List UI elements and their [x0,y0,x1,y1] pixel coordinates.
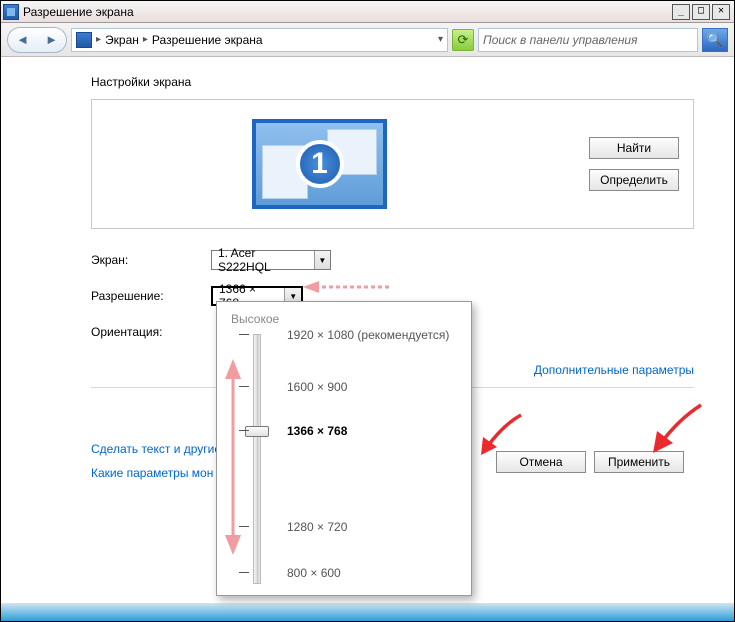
search-input[interactable]: Поиск в панели управления [478,28,698,52]
advanced-link[interactable]: Дополнительные параметры [534,363,694,377]
resolution-option[interactable]: 800 × 600 [287,566,341,580]
detect-button[interactable]: Определить [589,169,679,191]
slider-tick [239,430,249,431]
monitor-preview[interactable]: 1 [252,119,387,209]
screen-select[interactable]: 1. Acer S222HQL ▼ [211,250,331,270]
maximize-button[interactable]: □ [692,4,710,20]
cancel-button[interactable]: Отмена [496,451,586,473]
chevron-right-icon: ▸ [96,34,101,45]
title-bar: Разрешение экрана _ □ ✕ [1,1,734,23]
breadcrumb-resolution[interactable]: Разрешение экрана [152,33,263,47]
resolution-option[interactable]: 1280 × 720 [287,520,347,534]
slider-track[interactable] [253,334,261,584]
chevron-down-icon: ▼ [314,251,330,269]
resolution-option[interactable]: 1366 × 768 [287,424,347,438]
monitor-number-badge: 1 [296,140,344,188]
nav-back-forward[interactable]: ◄ ► [7,27,67,53]
monitor-icon [76,32,92,48]
slider-thumb[interactable] [245,426,269,437]
window-title: Разрешение экрана [23,5,134,19]
find-button[interactable]: Найти [589,137,679,159]
screen-label: Экран: [91,253,211,267]
forward-icon: ► [45,32,58,47]
close-button[interactable]: ✕ [712,4,730,20]
screen-value: 1. Acer S222HQL [212,246,314,274]
orientation-label: Ориентация: [91,325,211,339]
resolution-label: Разрешение: [91,289,211,303]
popup-label: Высокое [231,312,457,326]
resolution-option[interactable]: 1600 × 900 [287,380,347,394]
minimize-button[interactable]: _ [672,4,690,20]
breadcrumb-screen[interactable]: Экран [105,33,139,47]
chevron-right-icon: ▸ [143,34,148,45]
nav-bar: ◄ ► ▸ Экран ▸ Разрешение экрана ▾ ⟳ Поис… [1,23,734,57]
search-icon: 🔍 [707,32,723,48]
address-bar[interactable]: ▸ Экран ▸ Разрешение экрана ▾ [71,28,448,52]
taskbar [1,603,734,621]
refresh-icon: ⟳ [458,32,469,48]
back-icon: ◄ [16,32,29,47]
monitor-preview-box: 1 Найти Определить [91,99,694,229]
resolution-option[interactable]: 1920 × 1080 (рекомендуется) [287,328,449,342]
chevron-down-icon[interactable]: ▾ [438,34,443,45]
slider-tick [239,386,249,387]
search-placeholder: Поиск в панели управления [483,33,638,47]
page-heading: Настройки экрана [91,75,694,89]
app-icon [3,4,19,20]
apply-button[interactable]: Применить [594,451,684,473]
slider-tick [239,334,249,335]
row-screen: Экран: 1. Acer S222HQL ▼ [91,249,694,271]
refresh-button[interactable]: ⟳ [452,29,474,51]
slider-tick [239,572,249,573]
search-button[interactable]: 🔍 [702,28,728,52]
resolution-popup[interactable]: Высокое 1920 × 1080 (рекомендуется) 1600 … [216,301,472,596]
slider-tick [239,526,249,527]
